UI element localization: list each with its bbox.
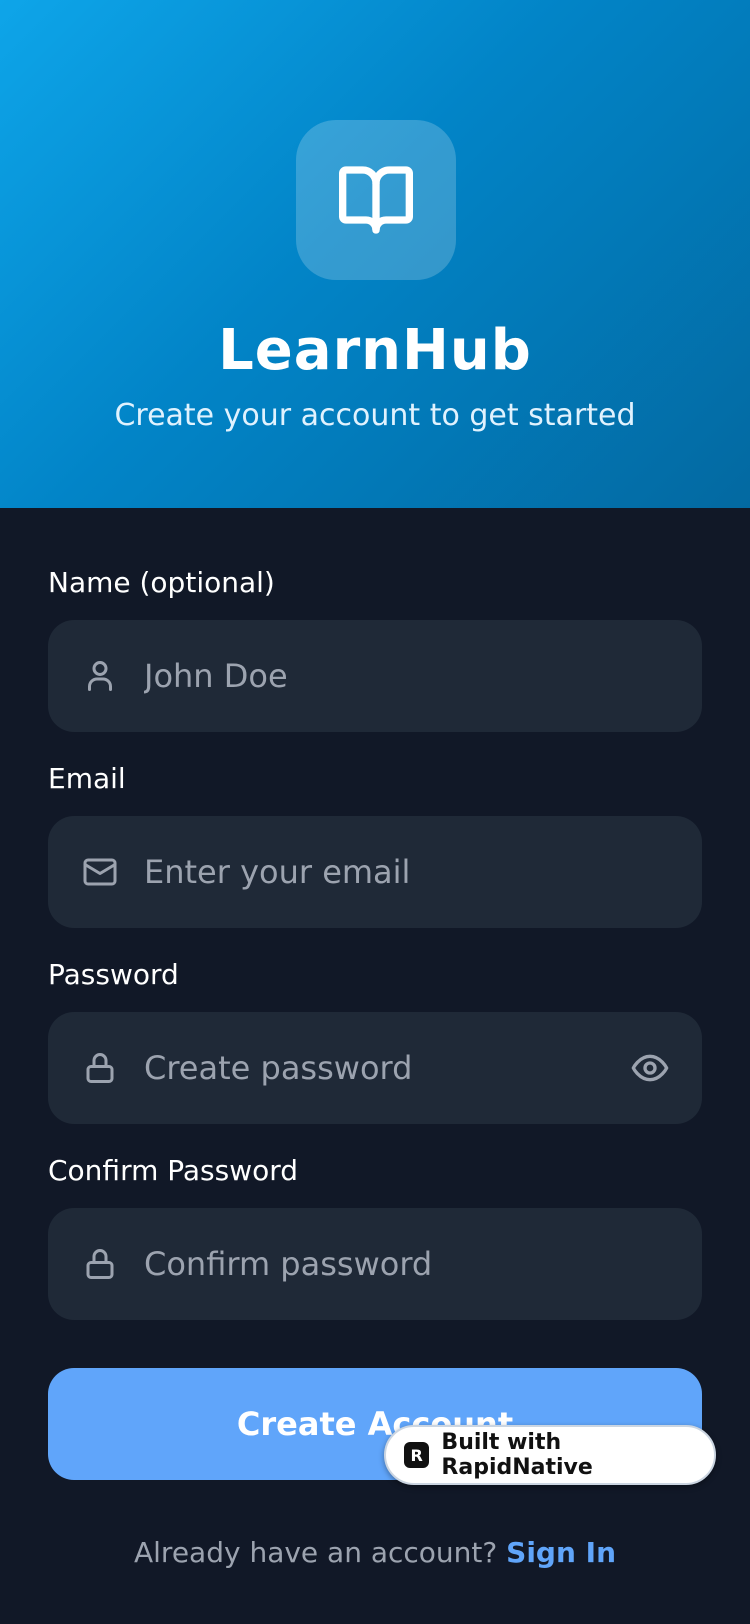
page-subtitle: Create your account to get started xyxy=(114,398,636,433)
header-banner: LearnHub Create your account to get star… xyxy=(0,0,750,508)
password-input[interactable] xyxy=(144,1012,624,1124)
name-field[interactable] xyxy=(48,620,702,732)
signin-prompt-text: Already have an account? xyxy=(133,1536,507,1569)
book-open-icon xyxy=(339,166,414,234)
badge-text: Built with RapidNative xyxy=(441,1430,593,1480)
signin-prompt: Already have an account? Sign In xyxy=(0,1536,750,1569)
confirm-password-input[interactable] xyxy=(144,1208,624,1320)
app-logo xyxy=(296,120,456,280)
rapidnative-logo-icon: R xyxy=(404,1442,430,1468)
email-field[interactable] xyxy=(48,816,702,928)
confirm-password-field[interactable] xyxy=(48,1208,702,1320)
confirm-password-label: Confirm Password xyxy=(48,1154,299,1187)
lock-icon xyxy=(86,1249,114,1279)
user-icon xyxy=(88,661,112,691)
email-label: Email xyxy=(48,762,126,795)
name-label: Name (optional) xyxy=(48,566,275,599)
eye-icon[interactable] xyxy=(630,1048,670,1088)
mail-icon xyxy=(83,858,117,886)
lock-icon xyxy=(86,1053,114,1083)
password-field[interactable] xyxy=(48,1012,702,1124)
password-label: Password xyxy=(48,958,179,991)
built-with-badge[interactable]: R Built with RapidNative xyxy=(384,1425,716,1485)
name-input[interactable] xyxy=(144,620,624,732)
app-title: LearnHub xyxy=(218,318,532,383)
sign-in-link[interactable]: Sign In xyxy=(506,1536,616,1569)
email-input[interactable] xyxy=(144,816,624,928)
